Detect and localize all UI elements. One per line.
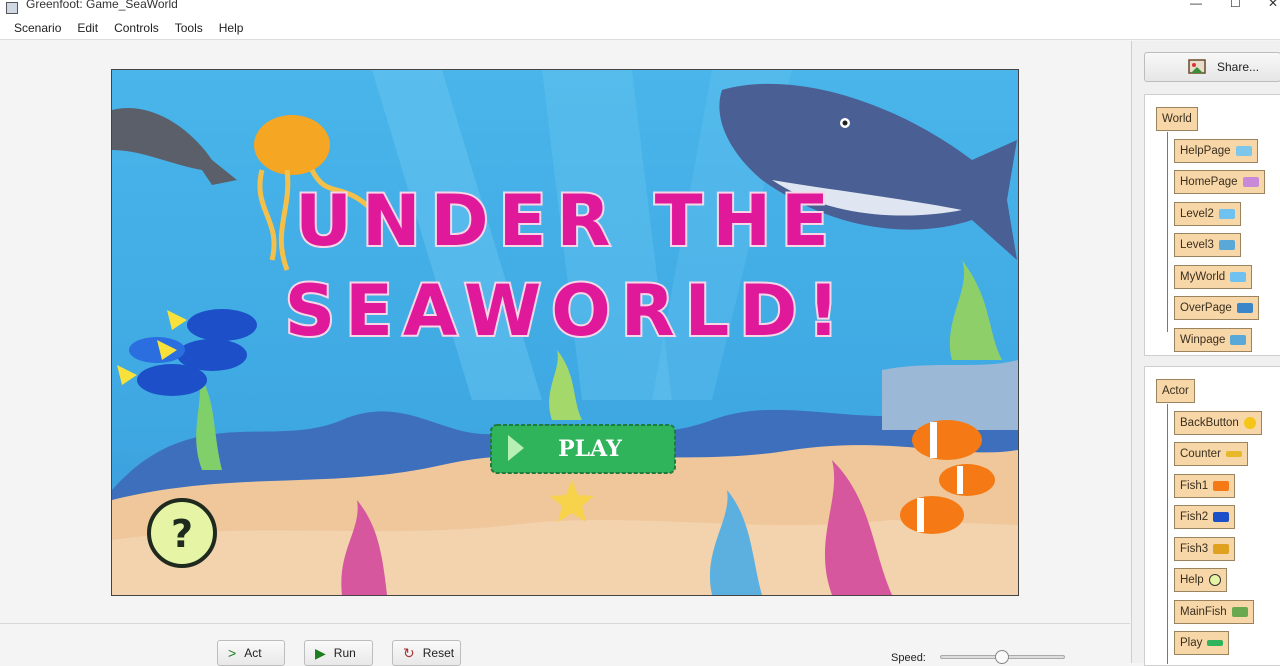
- act-button[interactable]: > Act: [217, 640, 285, 666]
- share-icon: [1188, 59, 1206, 74]
- class-fish3[interactable]: Fish3: [1174, 537, 1236, 561]
- minimize-icon[interactable]: —: [1190, 0, 1202, 10]
- class-label: Winpage: [1180, 334, 1226, 346]
- class-counter[interactable]: Counter: [1174, 442, 1248, 466]
- clownfish-icon: [1213, 481, 1230, 491]
- reset-icon: ↻: [403, 644, 415, 661]
- class-level3[interactable]: Level3: [1174, 233, 1241, 257]
- class-level2[interactable]: Level2: [1174, 202, 1241, 226]
- class-label: Counter: [1180, 448, 1221, 460]
- class-thumbnail-icon: [1242, 177, 1259, 187]
- class-thumbnail-icon: [1230, 335, 1247, 345]
- bluefish-icon: [1213, 512, 1230, 522]
- class-label: Level3: [1180, 239, 1214, 251]
- class-homepage[interactable]: HomePage: [1174, 170, 1265, 194]
- maximize-icon[interactable]: ☐: [1230, 0, 1241, 10]
- class-label: Fish3: [1180, 543, 1209, 555]
- act-icon: >: [228, 645, 237, 661]
- class-thumbnail-icon: [1230, 272, 1247, 282]
- run-label: Run: [333, 646, 356, 660]
- greenfoot-app-icon: [6, 2, 18, 14]
- class-overpage[interactable]: OverPage: [1174, 296, 1259, 320]
- menu-help[interactable]: Help: [211, 21, 252, 35]
- run-button[interactable]: ▶ Run: [304, 640, 373, 666]
- class-actor-root[interactable]: Actor: [1156, 379, 1195, 403]
- menu-bar: Scenario Edit Controls Tools Help: [0, 16, 1280, 40]
- class-label: MainFish: [1180, 606, 1227, 618]
- world-canvas[interactable]: UNDER THE SEAWORLD! PLAY ?: [111, 69, 1019, 596]
- mainfish-icon: [1231, 607, 1248, 617]
- help-button[interactable]: ?: [147, 498, 217, 568]
- class-label: MyWorld: [1180, 271, 1226, 283]
- share-button-label: Share...: [1217, 60, 1260, 74]
- actor-classes-panel: Actor BackButton Counter Fish1 Fish2 Fis…: [1144, 366, 1280, 666]
- controls-bar: > Act ▶ Run ↻ Reset Speed:: [0, 623, 1130, 666]
- class-thumbnail-icon: [1218, 240, 1235, 250]
- play-button-label: PLAY: [558, 436, 622, 462]
- menu-tools[interactable]: Tools: [167, 21, 211, 35]
- class-thumbnail-icon: [1218, 209, 1235, 219]
- class-label: Level2: [1180, 208, 1214, 220]
- share-button[interactable]: Share...: [1144, 52, 1280, 82]
- class-thumbnail-icon: [1235, 146, 1252, 156]
- fish-icon: [1213, 544, 1230, 554]
- play-icon: [1207, 640, 1224, 646]
- class-label: Play: [1180, 637, 1203, 649]
- counter-icon: [1225, 451, 1242, 457]
- help-icon: [1208, 574, 1221, 586]
- class-backbutton[interactable]: BackButton: [1174, 411, 1262, 435]
- class-mainfish[interactable]: MainFish: [1174, 600, 1254, 624]
- class-myworld[interactable]: MyWorld: [1174, 265, 1253, 289]
- world-classes-panel: World HelpPage HomePage Level2 Level3 My…: [1144, 94, 1280, 356]
- play-button[interactable]: PLAY: [490, 424, 676, 474]
- class-world-root[interactable]: World: [1156, 107, 1198, 131]
- class-helppage[interactable]: HelpPage: [1174, 139, 1258, 163]
- menu-edit[interactable]: Edit: [69, 21, 106, 35]
- game-title-line1: UNDER THE: [295, 180, 839, 262]
- reset-label: Reset: [422, 646, 455, 660]
- class-label: OverPage: [1180, 302, 1232, 314]
- rock-right: [882, 360, 1018, 430]
- close-icon[interactable]: ✕: [1268, 0, 1278, 10]
- class-fish1[interactable]: Fish1: [1174, 474, 1236, 498]
- menu-scenario[interactable]: Scenario: [6, 21, 69, 35]
- class-label: Fish2: [1180, 511, 1209, 523]
- speed-slider-handle[interactable]: [995, 650, 1009, 664]
- help-button-symbol: ?: [171, 512, 193, 556]
- class-winpage[interactable]: Winpage: [1174, 328, 1253, 352]
- class-fish2[interactable]: Fish2: [1174, 505, 1236, 529]
- game-title-line2: SEAWORLD!: [285, 270, 850, 352]
- class-thumbnail-icon: [1236, 303, 1253, 313]
- jellyfish: [254, 115, 330, 175]
- class-play[interactable]: Play: [1174, 631, 1230, 655]
- class-label: HelpPage: [1180, 145, 1231, 157]
- window-title: Greenfoot: Game_SeaWorld: [26, 0, 178, 11]
- run-icon: ▶: [315, 644, 326, 661]
- class-label: Help: [1180, 574, 1204, 586]
- act-label: Act: [244, 646, 262, 660]
- class-label: BackButton: [1180, 417, 1239, 429]
- reset-button[interactable]: ↻ Reset: [392, 640, 461, 666]
- window-titlebar: Greenfoot: Game_SeaWorld — ☐ ✕: [0, 0, 1280, 16]
- class-label: Fish1: [1180, 480, 1209, 492]
- class-help[interactable]: Help: [1174, 568, 1227, 592]
- speed-label: Speed:: [891, 652, 926, 664]
- class-label: HomePage: [1180, 176, 1238, 188]
- class-sidebar: Share... World HelpPage HomePage Level2 …: [1131, 41, 1280, 666]
- menu-controls[interactable]: Controls: [106, 21, 167, 35]
- back-arrow-icon: [1243, 417, 1256, 429]
